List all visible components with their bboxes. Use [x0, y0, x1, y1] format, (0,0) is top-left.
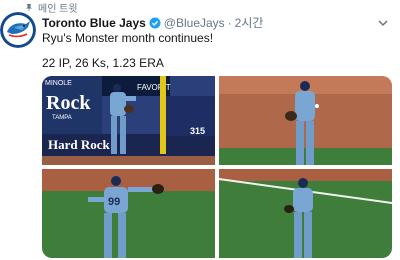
pinned-tweet-label: 메인 트윗: [24, 0, 78, 15]
photo-3[interactable]: 99: [42, 169, 215, 258]
sign-top-text: MINOLE: [45, 80, 72, 87]
tweet-stats: 22 IP, 26 Ks, 1.23 ERA: [42, 56, 164, 70]
account-handle[interactable]: @BlueJays: [164, 16, 225, 30]
verified-badge-icon: [149, 17, 161, 28]
pin-icon: [26, 3, 32, 12]
tweet-text: Ryu's Monster month continues!: [42, 31, 214, 45]
sign-sub-text: TAMPA: [52, 115, 72, 121]
photo-4[interactable]: [219, 169, 392, 258]
avatar[interactable]: [0, 12, 36, 48]
wall-number-text: 315: [190, 126, 205, 136]
sign-bottom-text: Hard Rock: [48, 137, 111, 152]
tweet-time[interactable]: 2시간: [235, 14, 264, 31]
account-name[interactable]: Toronto Blue Jays: [42, 16, 146, 30]
separator-dot: ·: [227, 15, 232, 30]
pinned-text: 메인 트윗: [38, 4, 78, 15]
tweet-header: Toronto Blue Jays @BlueJays · 2시간: [42, 14, 263, 31]
photo-1[interactable]: MINOLE Rock TAMPA FAVORIT Hard Rock 315: [42, 76, 215, 165]
chevron-down-icon[interactable]: [376, 16, 390, 30]
jersey-number: 99: [108, 196, 120, 208]
sign-main-text: Rock: [46, 92, 91, 114]
photo-2[interactable]: [219, 76, 392, 165]
media-grid: MINOLE Rock TAMPA FAVORIT Hard Rock 315: [42, 76, 392, 258]
blue-jays-logo-icon: [0, 12, 36, 48]
